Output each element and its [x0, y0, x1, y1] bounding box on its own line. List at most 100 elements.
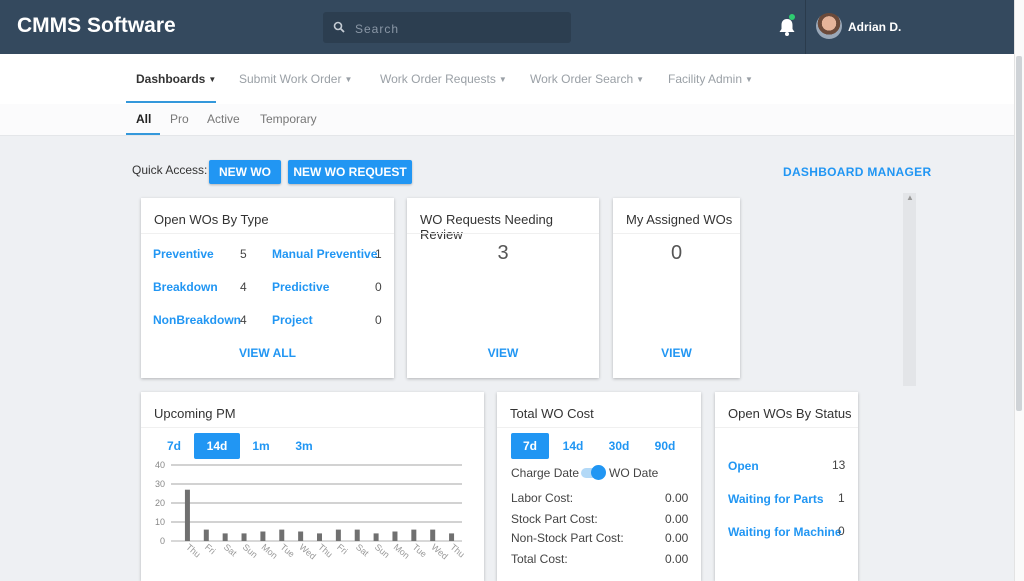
bar	[260, 531, 266, 541]
bar	[354, 529, 360, 541]
subtab-active-indicator	[126, 133, 160, 135]
bar	[184, 489, 190, 541]
x-tick-label: Thu	[448, 542, 466, 560]
view-all-link[interactable]: VIEW ALL	[141, 346, 394, 360]
x-tick-label: Thu	[184, 542, 202, 560]
card-divider	[613, 233, 740, 234]
y-tick-label: 10	[155, 517, 165, 527]
non-stock-part-cost-value: 0.00	[665, 531, 689, 545]
toggle-charge-date-label: Charge Date	[511, 466, 580, 480]
quick-access-label: Quick Access:	[132, 163, 208, 177]
bar	[373, 533, 379, 541]
bar	[317, 533, 322, 541]
search-input[interactable]	[353, 18, 557, 39]
cost-range-14d[interactable]: 14d	[555, 433, 591, 459]
card-title: My Assigned WOs	[626, 212, 733, 227]
type-preventive-link[interactable]: Preventive	[153, 247, 214, 261]
assigned-count: 0	[670, 242, 683, 264]
non-stock-part-cost-label: Non-Stock Part Cost:	[511, 531, 624, 545]
nav-label: Work Order Requests	[380, 72, 496, 86]
type-project-count: 0	[375, 313, 382, 327]
open-wos-by-status-card: Open WOs By Status Open 13 Waiting for P…	[715, 392, 858, 581]
pm-range-1m[interactable]: 1m	[246, 433, 276, 459]
nav-label: Dashboards	[136, 72, 206, 86]
nav-dashboards[interactable]: Dashboards ▼	[136, 72, 216, 86]
new-wo-button[interactable]: NEW WO	[209, 160, 281, 184]
card-title: Upcoming PM	[154, 406, 236, 421]
search-icon	[333, 21, 345, 33]
total-cost-value: 0.00	[665, 552, 689, 566]
bell-icon[interactable]	[777, 16, 797, 38]
widget-scrollbar[interactable]: ▲	[903, 193, 916, 386]
cost-range-30d[interactable]: 30d	[601, 433, 637, 459]
upcoming-pm-chart: 010203040Thu Fri Sat Sun Mon Tue WedThu Fri Sat S…	[155, 460, 467, 561]
nav-work-order-search[interactable]: Work Order Search ▼	[530, 72, 644, 86]
type-nonbreakdown-link[interactable]: NonBreakdown	[153, 313, 241, 327]
card-title: Total WO Cost	[510, 406, 594, 421]
requests-view-link[interactable]: VIEW	[407, 346, 599, 360]
bar	[203, 529, 209, 541]
nav-submit-work-order[interactable]: Submit Work Order ▼	[239, 72, 352, 86]
card-divider	[715, 427, 858, 428]
page-scrollbar-thumb[interactable]	[1016, 56, 1022, 411]
y-tick-label: 40	[155, 460, 165, 470]
pm-range-14d[interactable]: 14d	[194, 433, 240, 459]
type-nonbreakdown-count: 4	[240, 313, 247, 327]
type-project-link[interactable]: Project	[272, 313, 313, 327]
bar	[241, 533, 247, 541]
cost-range-7d[interactable]: 7d	[511, 433, 549, 459]
subtab-bar	[0, 104, 1020, 136]
x-tick-label: Tue	[411, 542, 429, 559]
pm-range-3m[interactable]: 3m	[288, 433, 320, 459]
labor-cost-label: Labor Cost:	[511, 491, 574, 505]
x-tick-label: Sun	[373, 542, 392, 560]
app-title[interactable]: CMMS Software	[17, 14, 176, 38]
tab-temporary[interactable]: Temporary	[260, 112, 317, 126]
x-tick-label: Wed	[429, 542, 449, 561]
upcoming-pm-card: Upcoming PM 7d 14d 1m 3m 0 10 20 30 40 Thu Fri…	[141, 392, 484, 581]
pm-range-7d[interactable]: 7d	[160, 433, 188, 459]
type-manual-preventive-link[interactable]: Manual Preventive	[272, 247, 377, 261]
bar	[222, 533, 228, 541]
status-open-link[interactable]: Open	[728, 459, 759, 473]
type-breakdown-link[interactable]: Breakdown	[153, 280, 218, 294]
type-predictive-link[interactable]: Predictive	[272, 280, 329, 294]
assigned-view-link[interactable]: VIEW	[613, 346, 740, 360]
total-cost-label: Total Cost:	[511, 552, 568, 566]
avatar[interactable]	[816, 13, 842, 39]
new-wo-request-button[interactable]: NEW WO REQUEST	[288, 160, 412, 184]
top-divider	[805, 0, 806, 54]
bar	[298, 531, 304, 541]
status-open-count: 13	[832, 458, 846, 472]
labor-cost-value: 0.00	[665, 491, 689, 505]
nav-label: Facility Admin	[668, 72, 743, 86]
x-tick-label: Sat	[354, 542, 371, 559]
total-wo-cost-card: Total WO Cost 7d 14d 30d 90d Charge Date…	[497, 392, 701, 581]
tab-active[interactable]: Active	[207, 112, 240, 126]
user-name[interactable]: Adrian D.	[848, 20, 901, 34]
status-waiting-machine-link[interactable]: Waiting for Machine	[728, 525, 842, 539]
scroll-up-icon[interactable]: ▲	[906, 193, 914, 202]
status-waiting-parts-link[interactable]: Waiting for Parts	[728, 492, 824, 506]
requests-count: 3	[497, 242, 509, 264]
wo-requests-card: WO Requests Needing Review 3 VIEW	[407, 198, 599, 378]
card-title: Open WOs By Type	[154, 212, 269, 227]
x-tick-label: Fri	[203, 542, 217, 556]
search-box[interactable]	[323, 12, 571, 43]
nav-facility-admin[interactable]: Facility Admin ▼	[668, 72, 753, 86]
bar	[392, 531, 398, 541]
status-waiting-machine-count: 0	[838, 524, 845, 538]
card-divider	[141, 233, 394, 234]
bar	[279, 529, 285, 541]
tab-all[interactable]: All	[136, 112, 151, 126]
toggle-wo-date-label: WO Date	[609, 466, 659, 480]
cost-range-90d[interactable]: 90d	[647, 433, 683, 459]
nav-label: Submit Work Order	[239, 72, 342, 86]
date-toggle-knob[interactable]	[591, 465, 606, 480]
x-tick-label: Mon	[392, 542, 412, 561]
y-tick-label: 0	[160, 536, 165, 546]
tab-pro[interactable]: Pro	[170, 112, 189, 126]
nav-work-order-requests[interactable]: Work Order Requests ▼	[380, 72, 507, 86]
card-divider	[141, 427, 484, 428]
dashboard-manager-link[interactable]: DASHBOARD MANAGER	[783, 165, 931, 179]
